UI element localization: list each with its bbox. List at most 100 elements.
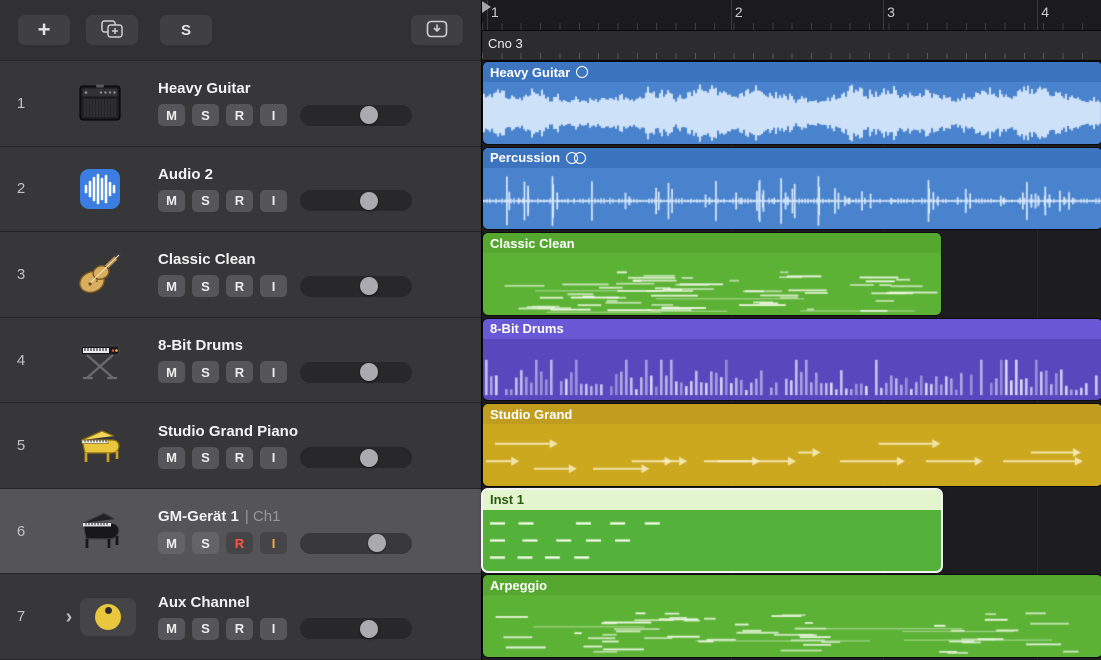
mute-button[interactable]: M — [158, 190, 185, 212]
duplicate-track-button[interactable] — [86, 15, 138, 45]
region-classic-clean[interactable]: Classic Clean — [483, 233, 941, 315]
midi-notes — [483, 253, 941, 315]
track-name: Studio Grand Piano — [158, 423, 298, 440]
region-inst-1[interactable]: Inst 1 — [483, 490, 941, 572]
master-solo-button[interactable]: S — [160, 15, 212, 45]
solo-button[interactable]: S — [192, 275, 219, 297]
midi-notes — [483, 424, 1101, 486]
track-number: 4 — [0, 352, 42, 369]
electric-guitar-icon — [42, 251, 158, 297]
lane-8-bit-drums: 8-Bit Drums — [482, 318, 1101, 404]
lane-percussion: Percussion — [482, 147, 1101, 233]
midi-notes — [483, 595, 1101, 657]
track-number: 5 — [0, 437, 42, 454]
slider-knob — [360, 449, 378, 467]
track-number: 7 — [0, 608, 42, 625]
track-name: Aux Channel — [158, 594, 250, 611]
solo-button[interactable]: S — [192, 104, 219, 126]
lane-arpeggio: Arpeggio — [482, 574, 1101, 660]
track-header-gm-geraet-1[interactable]: 6 GM-Gerät 1 | Ch1 M S R I — [0, 489, 481, 575]
lane-classic-clean: Classic Clean — [482, 232, 1101, 318]
input-monitor-button[interactable]: I — [260, 190, 287, 212]
record-enable-button[interactable]: R — [226, 275, 253, 297]
slider-knob — [360, 277, 378, 295]
mute-button[interactable]: M — [158, 361, 185, 383]
solo-button[interactable]: S — [192, 361, 219, 383]
track-info: Audio 2 M S R I — [158, 166, 481, 212]
mono-icon — [576, 66, 588, 78]
stereo-icon — [566, 152, 586, 164]
region-lanes: Heavy Guitar Percussion — [482, 61, 1101, 660]
track-name: 8-Bit Drums — [158, 337, 243, 354]
region-8-bit-drums[interactable]: 8-Bit Drums — [483, 319, 1101, 401]
input-monitor-button[interactable]: I — [260, 104, 287, 126]
slider-knob — [360, 620, 378, 638]
track-header-panel: + S 1 Heavy Guitar M — [0, 0, 482, 660]
input-monitor-button[interactable]: I — [260, 361, 287, 383]
region-studio-grand[interactable]: Studio Grand — [483, 404, 1101, 486]
aux-knob-icon — [80, 598, 136, 636]
track-header-heavy-guitar[interactable]: 1 Heavy Guitar M S R I — [0, 61, 481, 147]
disclosure-button[interactable]: › — [64, 607, 75, 627]
track-name: Classic Clean — [158, 251, 256, 268]
input-monitor-button[interactable]: I — [260, 618, 287, 640]
lane-studio-grand: Studio Grand — [482, 403, 1101, 489]
bar-number: 3 — [887, 4, 895, 20]
volume-slider[interactable] — [300, 447, 412, 468]
record-enable-button[interactable]: R — [226, 532, 253, 554]
volume-slider[interactable] — [300, 533, 412, 554]
solo-button[interactable]: S — [192, 532, 219, 554]
slider-knob — [360, 106, 378, 124]
record-enable-button[interactable]: R — [226, 447, 253, 469]
input-monitor-button[interactable]: I — [260, 532, 287, 554]
volume-slider[interactable] — [300, 618, 412, 639]
playhead-marker[interactable] — [482, 1, 491, 13]
track-header-audio-2[interactable]: 2 Audio 2 M S R I — [0, 147, 481, 233]
region-heavy-guitar[interactable]: Heavy Guitar — [483, 62, 1101, 144]
volume-slider[interactable] — [300, 276, 412, 297]
region-arpeggio[interactable]: Arpeggio — [483, 575, 1101, 657]
track-info: Studio Grand Piano M S R I — [158, 423, 481, 469]
marker-row[interactable]: Cno 3 — [482, 30, 1101, 60]
track-header-8-bit-drums[interactable]: 4 8-Bit Drums M S R I — [0, 318, 481, 404]
volume-slider[interactable] — [300, 105, 412, 126]
duplicate-track-icon — [101, 20, 123, 41]
input-monitor-button[interactable]: I — [260, 275, 287, 297]
track-header-studio-grand-piano[interactable]: 5 Studio Grand Piano M S R I — [0, 403, 481, 489]
mute-button[interactable]: M — [158, 532, 185, 554]
track-info: Classic Clean M S R I — [158, 251, 481, 297]
record-enable-button[interactable]: R — [226, 618, 253, 640]
hide-tracks-button[interactable] — [411, 15, 463, 45]
solo-button[interactable]: S — [192, 618, 219, 640]
solo-button[interactable]: S — [192, 447, 219, 469]
mute-button[interactable]: M — [158, 275, 185, 297]
audio-waveform — [483, 168, 1101, 230]
track-number: 1 — [0, 95, 42, 112]
region-name: Classic Clean — [490, 236, 575, 251]
mute-button[interactable]: M — [158, 618, 185, 640]
track-header-aux-channel[interactable]: 7 › Aux Channel M S R I — [0, 574, 481, 660]
record-enable-button[interactable]: R — [226, 104, 253, 126]
region-name: 8-Bit Drums — [490, 321, 564, 336]
add-track-button[interactable]: + — [18, 15, 70, 45]
track-info: 8-Bit Drums M S R I — [158, 337, 481, 383]
guitar-amp-icon — [42, 82, 158, 124]
volume-slider[interactable] — [300, 362, 412, 383]
region-percussion[interactable]: Percussion — [483, 148, 1101, 230]
audio-waveform — [483, 82, 1101, 144]
midi-notes — [483, 339, 1101, 401]
slider-knob — [368, 534, 386, 552]
input-monitor-button[interactable]: I — [260, 447, 287, 469]
mute-button[interactable]: M — [158, 447, 185, 469]
region-name: Arpeggio — [490, 578, 547, 593]
record-enable-button[interactable]: R — [226, 190, 253, 212]
track-header-classic-clean[interactable]: 3 Classic Clean M S R I — [0, 232, 481, 318]
solo-button[interactable]: S — [192, 190, 219, 212]
volume-slider[interactable] — [300, 190, 412, 211]
bar-number: 2 — [735, 4, 743, 20]
mute-button[interactable]: M — [158, 104, 185, 126]
bar-ruler[interactable]: 1 2 3 4 Cno 3 — [482, 0, 1101, 61]
track-number: 3 — [0, 266, 42, 283]
record-enable-button[interactable]: R — [226, 361, 253, 383]
track-name: Heavy Guitar — [158, 80, 251, 97]
